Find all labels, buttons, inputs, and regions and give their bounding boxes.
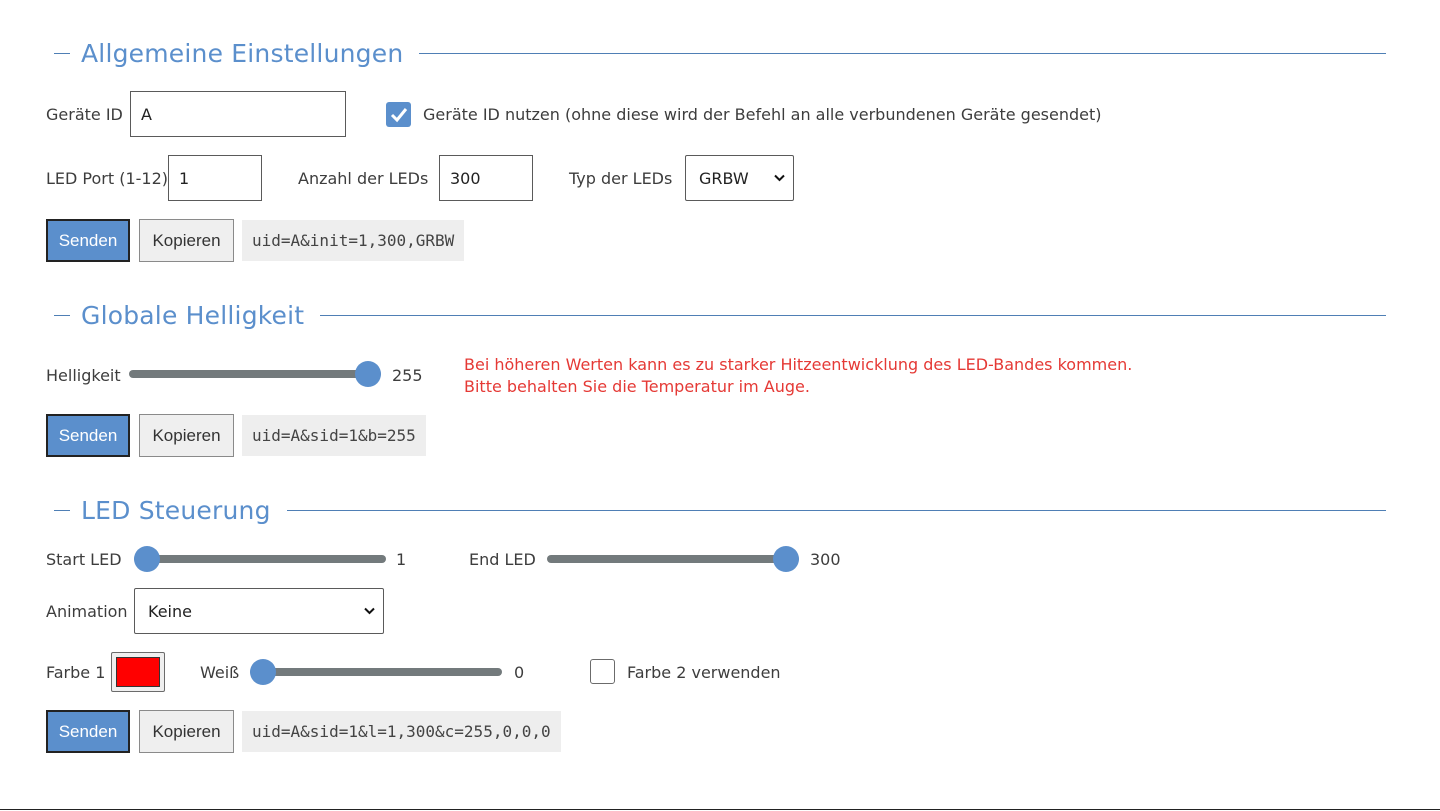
control-command-preview: uid=A&sid=1&l=1,300&c=255,0,0,0 <box>242 711 561 752</box>
section-divider <box>419 52 1386 54</box>
led-port-label: LED Port (1-12) <box>46 169 169 188</box>
section-divider <box>286 509 1386 511</box>
white-slider[interactable] <box>250 659 502 685</box>
section-title-brightness: Globale Helligkeit <box>81 300 305 330</box>
page-bottom-border <box>0 809 1440 810</box>
slider-track <box>129 370 381 378</box>
brightness-value: 255 <box>392 366 423 385</box>
copy-brightness-button[interactable]: Kopieren <box>139 414 234 457</box>
send-init-button[interactable]: Senden <box>46 219 130 262</box>
animation-select[interactable]: Keine <box>134 588 384 634</box>
color1-label: Farbe 1 <box>46 663 106 682</box>
check-icon <box>390 107 407 122</box>
animation-label: Animation <box>46 602 128 621</box>
slider-track <box>250 668 502 676</box>
led-type-label: Typ der LEDs <box>569 169 673 188</box>
section-divider <box>320 314 1386 316</box>
section-dash <box>54 509 70 511</box>
color1-fill <box>116 657 160 687</box>
white-value: 0 <box>514 663 525 682</box>
led-type-select[interactable]: GRBW <box>685 155 794 201</box>
end-led-label: End LED <box>469 550 536 569</box>
start-led-label: Start LED <box>46 550 122 569</box>
slider-track <box>134 555 386 563</box>
chevron-down-icon <box>774 171 785 185</box>
heat-warning-line2: Bitte behalten Sie die Temperatur im Aug… <box>464 377 810 396</box>
led-type-selected: GRBW <box>699 168 749 188</box>
brightness-label: Helligkeit <box>46 366 121 385</box>
section-title-control: LED Steuerung <box>81 495 271 525</box>
heat-warning-line1: Bei höheren Werten kann es zu starker Hi… <box>464 355 1133 374</box>
led-count-input[interactable] <box>439 155 533 201</box>
copy-init-button[interactable]: Kopieren <box>139 219 234 262</box>
end-led-slider[interactable] <box>547 546 799 572</box>
use-color2-checkbox[interactable] <box>590 659 615 684</box>
section-title-general: Allgemeine Einstellungen <box>81 38 404 68</box>
brightness-slider[interactable] <box>129 361 381 387</box>
section-dash <box>54 314 70 316</box>
slider-thumb[interactable] <box>773 546 799 572</box>
chevron-down-icon <box>364 604 375 618</box>
init-command-preview: uid=A&init=1,300,GRBW <box>242 220 465 261</box>
use-device-id-label: Geräte ID nutzen (ohne diese wird der Be… <box>423 105 1102 124</box>
white-label: Weiß <box>200 663 240 682</box>
slider-track <box>547 555 799 563</box>
heat-warning: Bei höheren Werten kann es zu starker Hi… <box>464 354 1132 398</box>
section-general-header: Allgemeine Einstellungen <box>46 38 1386 68</box>
copy-control-button[interactable]: Kopieren <box>139 710 234 753</box>
section-brightness-header: Globale Helligkeit <box>46 300 1386 330</box>
led-count-label: Anzahl der LEDs <box>298 169 429 188</box>
device-id-input[interactable] <box>130 91 346 137</box>
device-id-label: Geräte ID <box>46 105 123 124</box>
send-brightness-button[interactable]: Senden <box>46 414 130 457</box>
send-control-button[interactable]: Senden <box>46 710 130 753</box>
use-device-id-checkbox[interactable] <box>386 102 411 127</box>
start-led-slider[interactable] <box>134 546 386 572</box>
start-led-value: 1 <box>396 550 407 569</box>
section-control-header: LED Steuerung <box>46 495 1386 525</box>
led-port-input[interactable] <box>168 155 262 201</box>
slider-thumb[interactable] <box>355 361 381 387</box>
section-dash <box>54 52 70 54</box>
use-color2-label: Farbe 2 verwenden <box>627 663 781 682</box>
slider-thumb[interactable] <box>250 659 276 685</box>
animation-selected: Keine <box>148 601 192 621</box>
end-led-value: 300 <box>810 550 841 569</box>
slider-thumb[interactable] <box>134 546 160 572</box>
brightness-command-preview: uid=A&sid=1&b=255 <box>242 415 426 456</box>
color1-picker[interactable] <box>111 652 165 692</box>
